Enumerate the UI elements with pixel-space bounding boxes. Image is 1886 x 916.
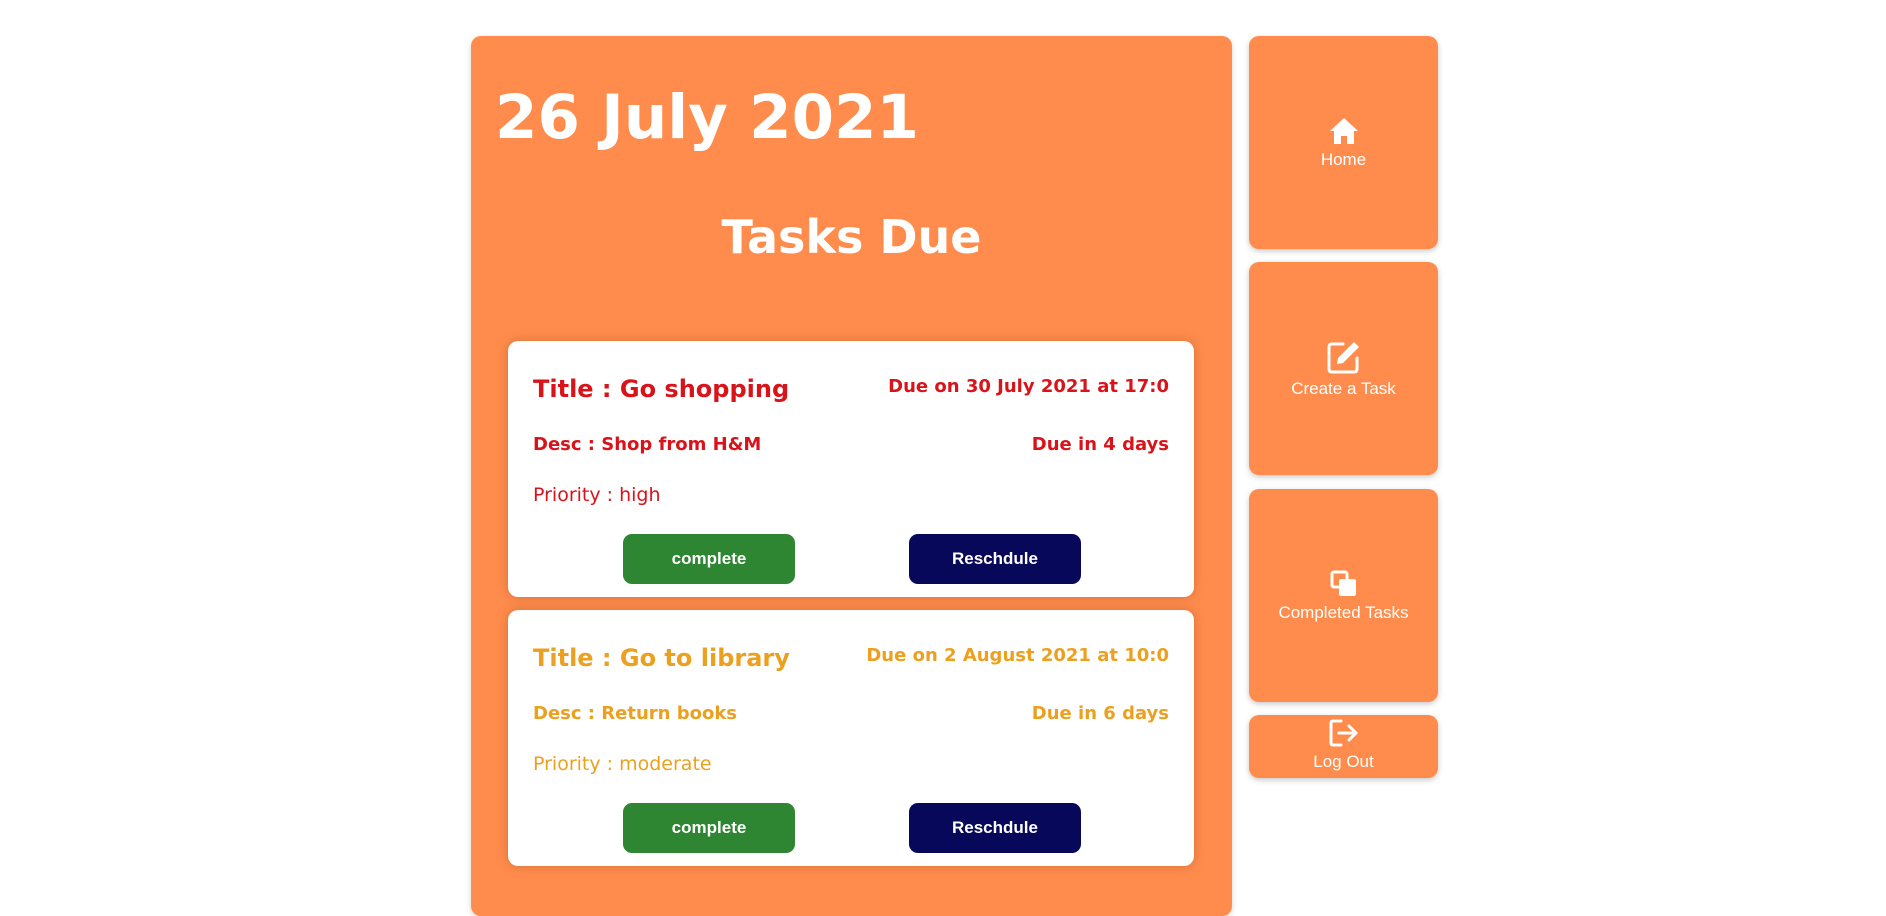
nav-logout-button[interactable]: Log Out [1249,715,1438,778]
task-title: Title : Go to library [533,644,790,672]
complete-button[interactable]: complete [623,803,795,853]
nav-completed-tasks-label: Completed Tasks [1278,602,1409,622]
reschedule-button[interactable]: Reschdule [909,534,1081,584]
edit-icon [1327,341,1359,373]
complete-button[interactable]: complete [623,534,795,584]
task-due-date: Due on 30 July 2021 at 17:0 [888,376,1169,397]
reschedule-button[interactable]: Reschdule [909,803,1081,853]
task-due-date: Due on 2 August 2021 at 10:0 [866,645,1169,666]
nav-home-button[interactable]: Home [1249,36,1438,249]
home-icon [1329,117,1358,144]
logout-icon [1329,719,1357,747]
current-date: 26 July 2021 [495,82,919,153]
nav-create-task-button[interactable]: Create a Task [1249,262,1438,475]
task-due-in: Due in 4 days [1031,434,1169,455]
task-priority: Priority : moderate [533,753,712,775]
nav-home-label: Home [1320,149,1367,169]
nav-completed-tasks-button[interactable]: Completed Tasks [1249,489,1438,702]
nav-create-task-label: Create a Task [1291,378,1396,398]
copy-icon [1330,570,1356,596]
task-description: Desc : Shop from H&M [533,434,762,455]
nav-logout-label: Log Out [1313,752,1374,771]
task-title: Title : Go shopping [533,375,790,403]
task-card: Title : Go to library Due on 2 August 20… [508,610,1194,866]
task-priority: Priority : high [533,484,661,506]
task-due-in: Due in 6 days [1031,703,1169,724]
task-card: Title : Go shopping Due on 30 July 2021 … [508,341,1194,597]
task-description: Desc : Return books [533,703,738,724]
tasks-panel: 26 July 2021 Tasks Due Title : Go shoppi… [471,36,1232,916]
page-title: Tasks Due [721,210,982,264]
